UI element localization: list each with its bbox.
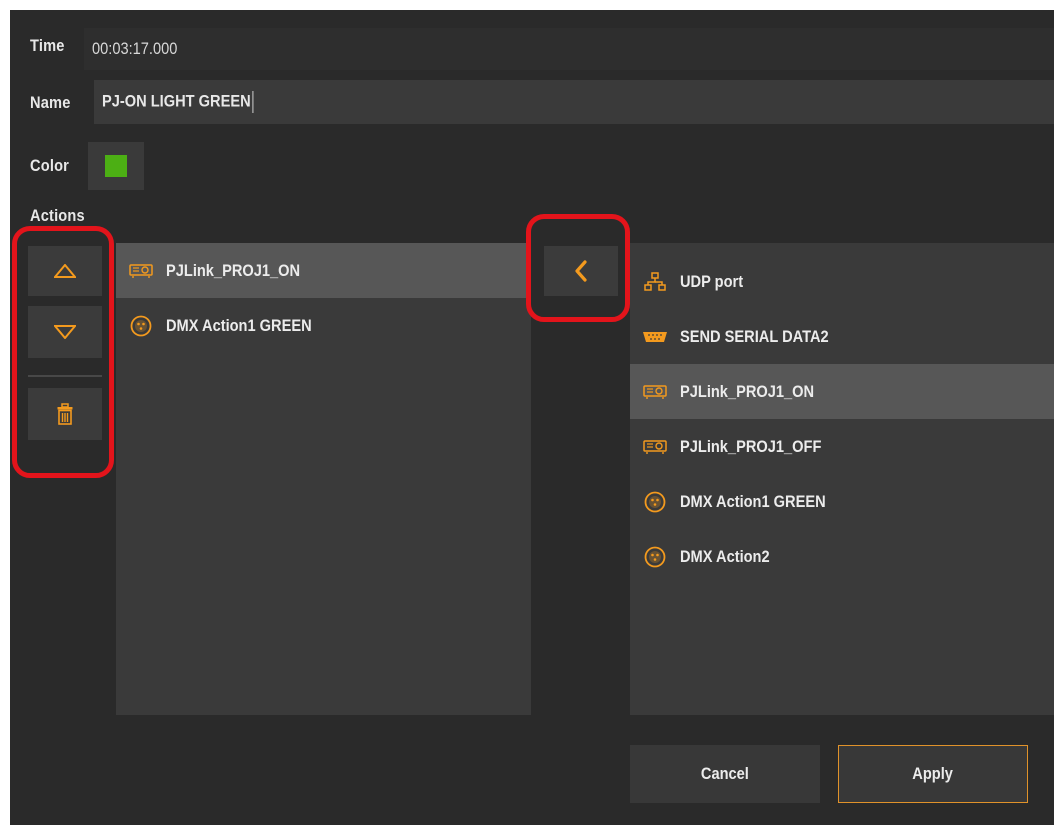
- name-value: PJ-ON LIGHT GREEN: [102, 91, 251, 111]
- trash-icon: [57, 403, 73, 425]
- cancel-button-label: Cancel: [701, 764, 749, 783]
- time-label: Time: [30, 36, 65, 55]
- name-input[interactable]: PJ-ON LIGHT GREEN: [94, 80, 1054, 124]
- projector-icon: [128, 260, 154, 282]
- color-swatch-button[interactable]: [88, 142, 144, 190]
- name-label: Name: [30, 93, 71, 112]
- time-field[interactable]: 00:03:17.000: [84, 28, 1054, 70]
- chevron-left-icon: [575, 260, 587, 282]
- time-value: 00:03:17.000: [92, 39, 178, 58]
- list-item[interactable]: PJLink_PROJ1_OFF: [630, 419, 1054, 474]
- list-item[interactable]: SEND SERIAL DATA2: [630, 309, 1054, 364]
- delete-button[interactable]: [28, 388, 102, 440]
- list-item[interactable]: DMX Action1 GREEN: [116, 298, 531, 353]
- add-action-button[interactable]: [544, 246, 618, 296]
- move-down-button[interactable]: [28, 306, 102, 358]
- cancel-button[interactable]: Cancel: [630, 745, 820, 803]
- triangle-down-icon: [54, 325, 76, 339]
- available-actions-list[interactable]: UDP port SEND SERIAL DATA2 PJLink_PROJ1_ON…: [630, 243, 1054, 715]
- edit-cue-dialog: Time 00:03:17.000 Name PJ-ON LIGHT GREEN…: [10, 10, 1054, 825]
- apply-button[interactable]: Apply: [838, 745, 1028, 803]
- list-item-label: PJLink_PROJ1_OFF: [680, 436, 822, 456]
- projector-icon: [642, 436, 668, 458]
- dmx-icon: [642, 491, 668, 513]
- move-up-button[interactable]: [28, 246, 102, 296]
- color-swatch: [105, 155, 127, 177]
- network-icon: [642, 271, 668, 293]
- list-item-label: UDP port: [680, 271, 744, 291]
- list-item-label: DMX Action2: [680, 546, 770, 566]
- triangle-up-icon: [54, 264, 76, 278]
- apply-button-label: Apply: [912, 764, 954, 783]
- dmx-icon: [642, 546, 668, 568]
- actions-label: Actions: [30, 206, 85, 222]
- list-item-label: DMX Action1 GREEN: [680, 491, 826, 511]
- list-item[interactable]: DMX Action2: [630, 529, 1054, 584]
- list-item[interactable]: PJLink_PROJ1_ON: [630, 364, 1054, 419]
- list-item-label: DMX Action1 GREEN: [166, 315, 312, 335]
- list-item-label: SEND SERIAL DATA2: [680, 326, 829, 346]
- text-caret: [252, 91, 254, 113]
- color-label: Color: [30, 156, 70, 175]
- list-item[interactable]: DMX Action1 GREEN: [630, 474, 1054, 529]
- assigned-actions-list[interactable]: PJLink_PROJ1_ON DMX Action1 GREEN: [116, 243, 531, 715]
- list-item[interactable]: UDP port: [630, 254, 1054, 309]
- list-item-label: PJLink_PROJ1_ON: [166, 260, 301, 280]
- reorder-divider: [28, 375, 102, 377]
- list-item[interactable]: PJLink_PROJ1_ON: [116, 243, 531, 298]
- serial-port-icon: [642, 326, 668, 348]
- dmx-icon: [128, 315, 154, 337]
- list-item-label: PJLink_PROJ1_ON: [680, 381, 815, 401]
- projector-icon: [642, 381, 668, 403]
